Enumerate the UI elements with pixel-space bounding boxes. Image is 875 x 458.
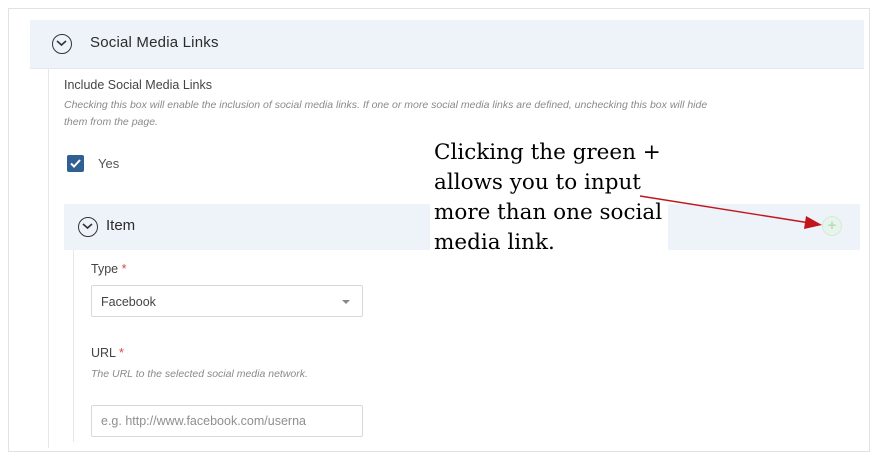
annotation-arrow [639, 195, 822, 229]
